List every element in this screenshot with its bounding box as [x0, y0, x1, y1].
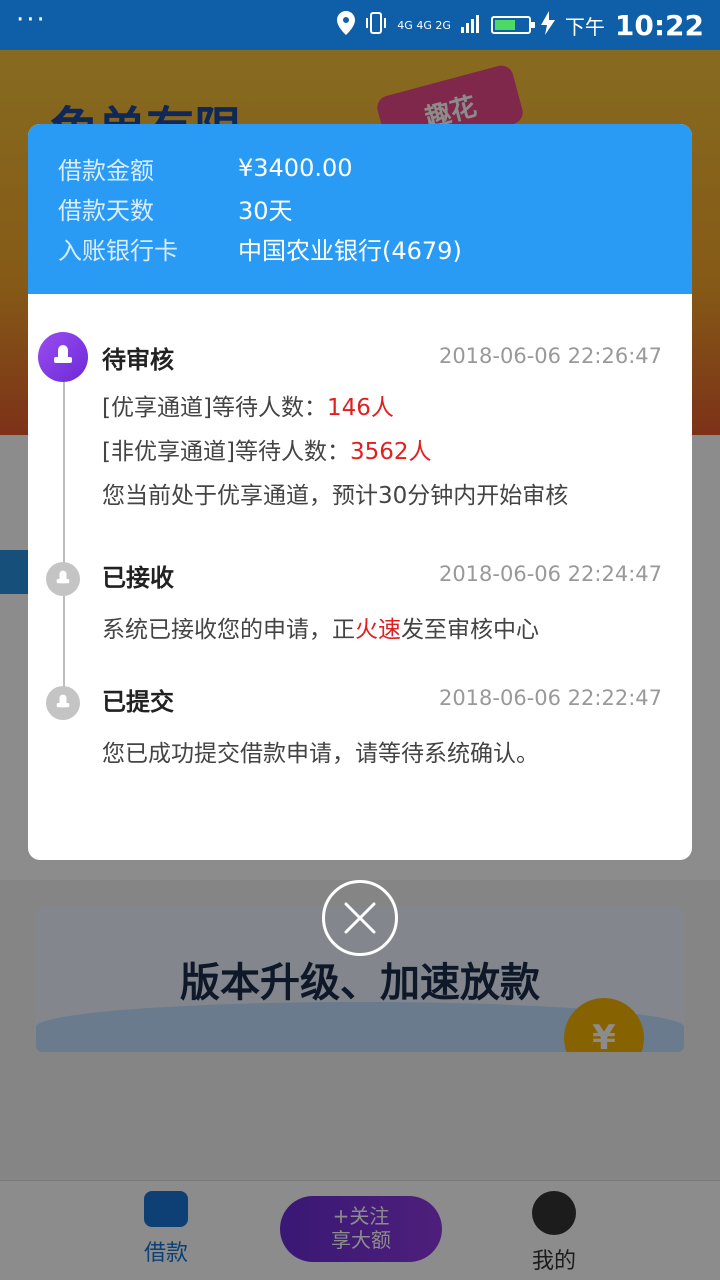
vibrate-icon	[365, 11, 387, 39]
step-title: 待审核	[102, 346, 174, 374]
loan-status-modal: 借款金额 ¥3400.00 借款天数 30天 入账银行卡 中国农业银行(4679…	[28, 124, 692, 860]
location-icon	[337, 11, 356, 39]
clock-ampm: 下午	[564, 14, 605, 39]
info-value: ¥3400.00	[238, 154, 353, 182]
info-label: 借款金额	[58, 156, 154, 185]
received-text-b: 发至审核中心	[401, 617, 539, 643]
info-value: 中国农业银行(4679)	[238, 236, 462, 265]
step-time: 2018-06-06 22:24:47	[438, 562, 662, 586]
step-line: 您已成功提交借款申请，请等待系统确认。	[102, 741, 539, 767]
close-icon	[344, 902, 376, 934]
step-line: [非优享通道]等待人数：3562人	[102, 432, 432, 466]
queue-priority-label: [优享通道]等待人数：	[102, 395, 327, 421]
network-indicator: 4G 4G 2G	[397, 18, 451, 32]
step-time: 2018-06-06 22:26:47	[438, 344, 662, 368]
received-text-red: 火速	[355, 617, 401, 643]
info-value: 30天	[238, 196, 293, 225]
info-row-bank: 入账银行卡 中国农业银行(4679)	[58, 228, 692, 268]
step-time: 2018-06-06 22:22:47	[438, 686, 662, 710]
step-title: 已接收	[102, 564, 174, 592]
rocket-icon	[46, 562, 80, 596]
status-bar: ··· 4G 4G 2G 下午 10:22	[0, 0, 720, 50]
close-button[interactable]	[322, 880, 398, 956]
battery-icon	[490, 16, 535, 34]
status-icons: 4G 4G 2G 下午 10:22	[337, 9, 704, 42]
clock-time: 10:22	[614, 8, 704, 42]
queue-normal-count: 3562人	[349, 439, 432, 465]
queue-priority-count: 146人	[326, 395, 394, 421]
queue-normal-label: [非优享通道]等待人数：	[102, 439, 350, 465]
step-line: 您当前处于优享通道，预计30分钟内开始审核	[102, 483, 569, 509]
step-line: [优享通道]等待人数：146人	[102, 388, 394, 422]
loan-summary: 借款金额 ¥3400.00 借款天数 30天 入账银行卡 中国农业银行(4679…	[28, 124, 692, 294]
step-title: 已提交	[102, 688, 174, 716]
overflow-dots: ···	[16, 5, 47, 35]
info-row-amount: 借款金额 ¥3400.00	[58, 148, 692, 188]
signal-icon	[460, 13, 481, 37]
info-label: 借款天数	[58, 196, 154, 225]
rocket-icon	[46, 686, 80, 720]
charging-icon	[540, 11, 555, 39]
step-line: 系统已接收您的申请，正火速发至审核中心	[102, 610, 539, 644]
rocket-icon	[38, 332, 88, 382]
received-text-a: 系统已接收您的申请，正	[102, 617, 355, 643]
info-label: 入账银行卡	[58, 236, 178, 265]
timeline-connector	[63, 362, 65, 714]
info-row-days: 借款天数 30天	[58, 188, 692, 228]
